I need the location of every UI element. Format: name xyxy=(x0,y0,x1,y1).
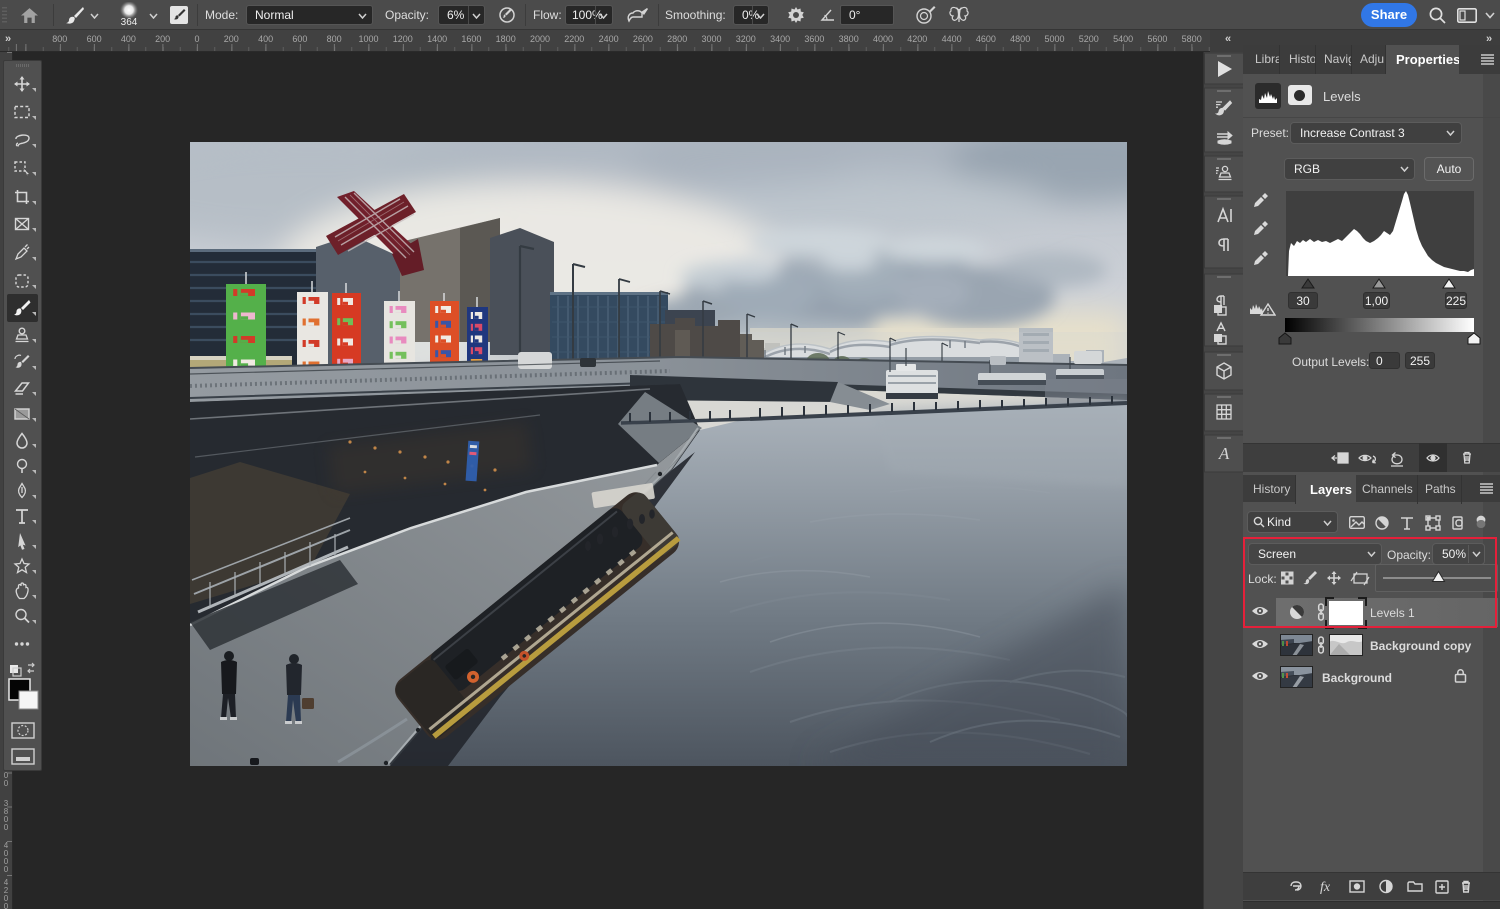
svg-text:fx: fx xyxy=(1320,880,1331,895)
svg-text:A: A xyxy=(1218,444,1230,463)
